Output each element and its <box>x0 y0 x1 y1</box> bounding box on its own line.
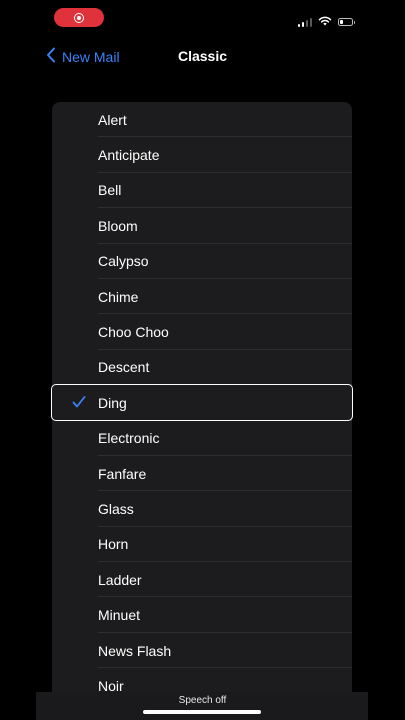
tone-row-glass[interactable]: Glass <box>52 491 352 528</box>
tone-row-anticipate[interactable]: Anticipate <box>52 137 352 174</box>
screen-record-indicator[interactable] <box>54 8 104 27</box>
screen-record-icon <box>74 12 84 23</box>
tone-row-choo-choo[interactable]: Choo Choo <box>52 314 352 351</box>
tone-row-horn[interactable]: Horn <box>52 527 352 563</box>
tone-label: Bell <box>98 182 122 199</box>
tone-label: Minuet <box>98 607 141 624</box>
status-bar-right <box>297 13 355 31</box>
tone-row-descent[interactable]: Descent <box>52 350 352 386</box>
tone-label: Chime <box>98 288 139 305</box>
page-title: Classic <box>177 48 228 64</box>
tone-row-news-flash[interactable]: News Flash <box>52 633 352 669</box>
tone-row-bloom[interactable]: Bloom <box>52 208 352 244</box>
tone-row-alert[interactable]: Alert <box>52 102 352 138</box>
tone-label: News Flash <box>98 642 172 659</box>
tone-label: Ladder <box>98 571 142 588</box>
tone-row-chime[interactable]: Chime <box>52 279 352 315</box>
tone-row-minuet[interactable]: Minuet <box>52 597 352 634</box>
tone-list: Alert Anticipate Bell Bloom Calypso Chime Choo… <box>52 102 352 702</box>
checkmark-icon <box>72 395 86 414</box>
cellular-signal-icon <box>297 17 312 27</box>
battery-icon <box>338 18 355 26</box>
tone-label: Fanfare <box>98 465 147 482</box>
speech-status-label: Speech off <box>178 695 227 706</box>
screen: New Mail Classic Alert Anticipate Bell Bloo… <box>0 0 405 720</box>
tone-label: Ding <box>98 394 127 411</box>
tone-row-calypso[interactable]: Calypso <box>52 244 352 280</box>
tone-label: Calypso <box>98 253 149 270</box>
tone-label: Bloom <box>98 217 138 234</box>
tone-label: Choo Choo <box>98 324 169 341</box>
tone-row-bell[interactable]: Bell <box>52 173 352 209</box>
home-indicator[interactable] <box>143 710 261 714</box>
tone-label: Electronic <box>98 430 160 447</box>
wifi-icon <box>318 13 332 31</box>
tone-row-ding[interactable]: Ding <box>52 385 352 421</box>
tone-label: Glass <box>98 500 134 517</box>
tone-label: Horn <box>98 536 129 553</box>
tone-label: Alert <box>98 111 127 128</box>
tone-row-electronic[interactable]: Electronic <box>52 421 352 457</box>
tone-label: Descent <box>98 359 150 376</box>
tone-row-fanfare[interactable]: Fanfare <box>52 456 352 492</box>
tone-label: Anticipate <box>98 147 160 164</box>
tone-row-ladder[interactable]: Ladder <box>52 562 352 598</box>
